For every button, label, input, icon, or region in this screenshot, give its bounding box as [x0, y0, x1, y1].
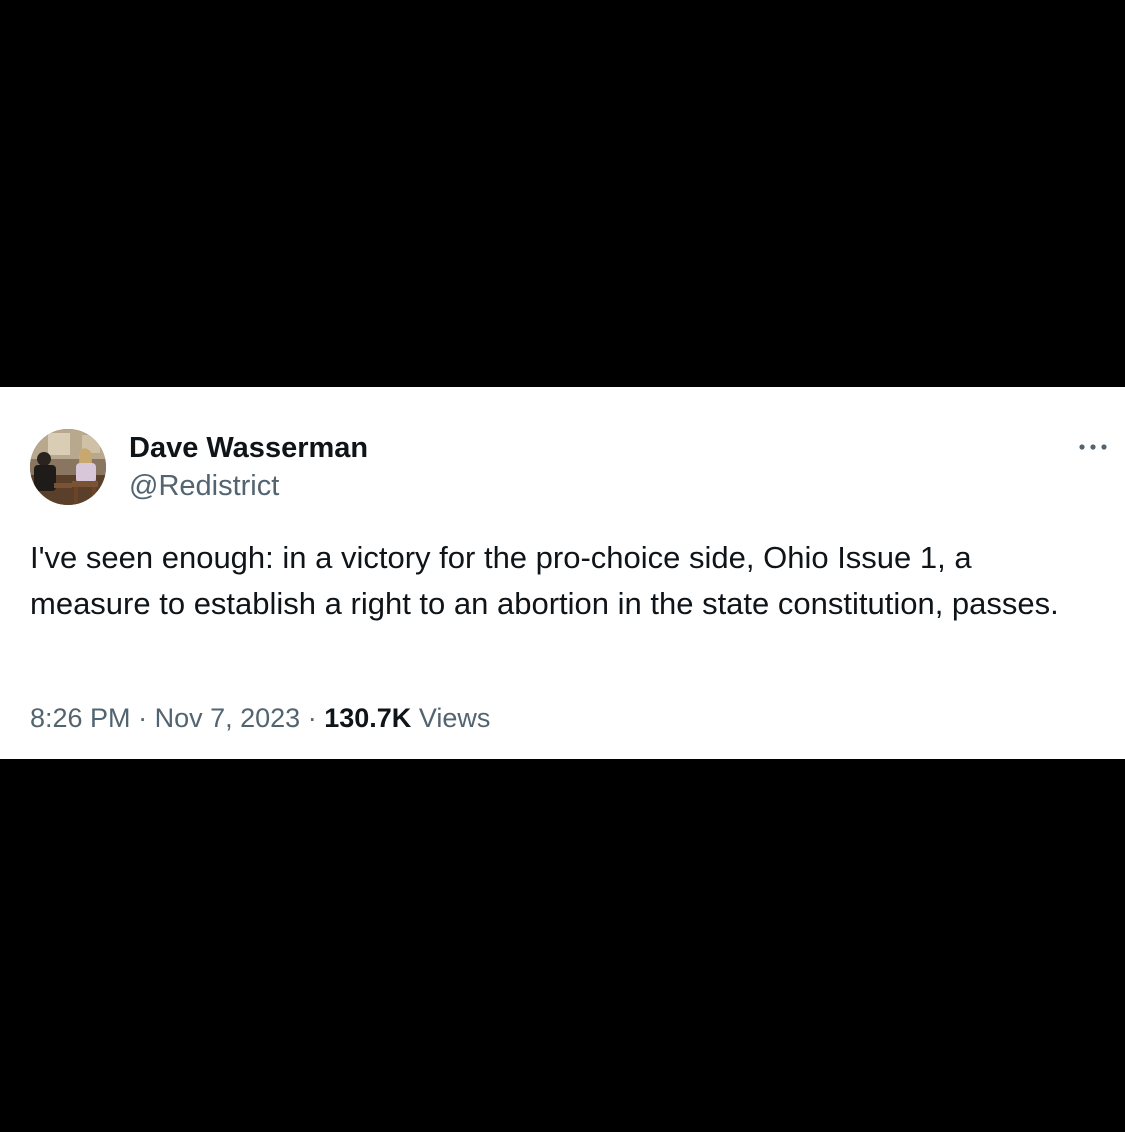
avatar[interactable] [30, 429, 106, 505]
tweet-time[interactable]: 8:26 PM [30, 703, 131, 733]
profile-photo-icon [30, 429, 106, 505]
more-horizontal-icon [1079, 444, 1107, 450]
tweet-meta: 8:26 PM · Nov 7, 2023 · 130.7K Views [30, 701, 490, 735]
meta-separator: · [138, 703, 148, 733]
tweet-card: Dave Wasserman @Redistrict I've seen eno… [0, 387, 1125, 759]
views-label[interactable]: Views [419, 703, 491, 733]
tweet-text: I've seen enough: in a victory for the p… [30, 540, 1059, 621]
author-handle[interactable]: @Redistrict [129, 469, 279, 503]
author-display-name[interactable]: Dave Wasserman [129, 431, 368, 465]
more-options-button[interactable] [1076, 437, 1110, 457]
meta-separator: · [307, 703, 317, 733]
views-count[interactable]: 130.7K [324, 703, 411, 733]
tweet-date[interactable]: Nov 7, 2023 [155, 703, 301, 733]
